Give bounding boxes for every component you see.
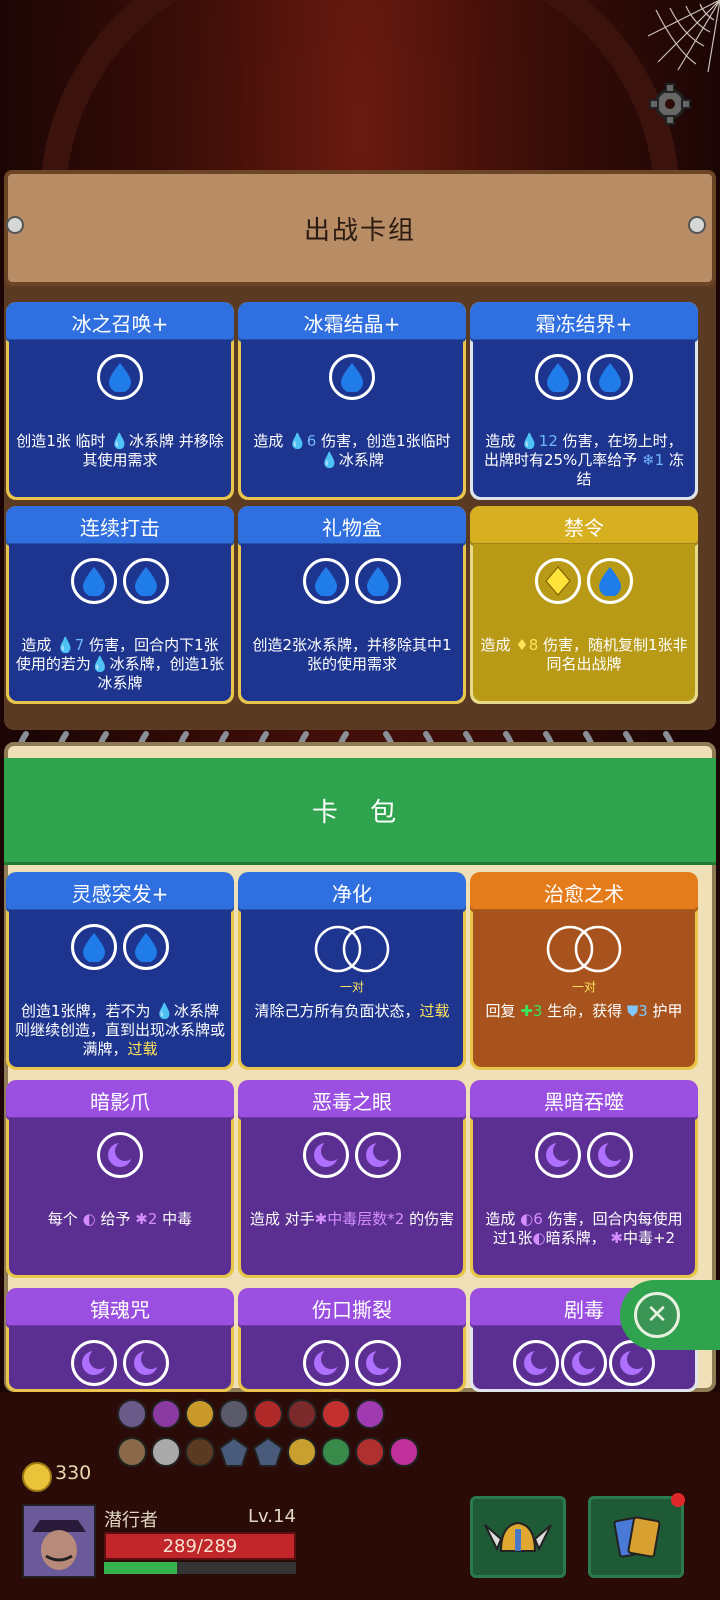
moon-icon xyxy=(355,1132,401,1178)
card-deck-button[interactable] xyxy=(588,1493,685,1578)
pair-label: 一对 xyxy=(571,980,596,994)
pair-slots-icon xyxy=(314,925,390,973)
pack-card-soul-curse[interactable]: 镇魂咒 xyxy=(6,1288,234,1392)
pack-header: 卡 包 xyxy=(4,758,716,865)
card-name: 净化 xyxy=(238,872,466,912)
water-drop-icon xyxy=(535,354,581,400)
deck-card-ice-summon[interactable]: 冰之召唤+ 创造1张 临时 💧冰系牌 并移除其使用需求 xyxy=(6,302,234,500)
deck-header: 出战卡组 xyxy=(4,170,716,286)
moon-icon xyxy=(123,1340,169,1386)
pack-title: 卡 包 xyxy=(311,797,409,828)
card-name: 冰之召唤+ xyxy=(6,302,234,342)
pair-label: 一对 xyxy=(339,980,364,994)
water-drop-icon xyxy=(123,558,169,604)
pack-card-dark-devour[interactable]: 黑暗吞噬 造成 ◐6 伤害，回合内每使用过1张◐暗系牌， ✱中毒+2 xyxy=(470,1080,698,1278)
card-name: 黑暗吞噬 xyxy=(470,1080,698,1120)
pack-card-wound-tear[interactable]: 伤口撕裂 xyxy=(238,1288,466,1392)
hp-bar: 289/289 xyxy=(104,1532,296,1560)
player-level: Lv.14 xyxy=(248,1506,296,1527)
card-name: 暗影爪 xyxy=(6,1080,234,1120)
close-icon[interactable]: ✕ xyxy=(634,1292,680,1338)
water-drop-icon xyxy=(355,558,401,604)
water-drop-icon xyxy=(71,924,117,970)
avatar[interactable] xyxy=(22,1504,96,1578)
nail xyxy=(688,216,706,234)
water-drop-icon xyxy=(97,354,143,400)
nail xyxy=(6,216,24,234)
xp-fill xyxy=(104,1562,177,1574)
moon-icon xyxy=(535,1132,581,1178)
relic-inventory[interactable] xyxy=(112,1396,456,1486)
deck-card-combo-strike[interactable]: 连续打击 造成 💧7 伤害，回合内下1张使用的若为💧冰系牌，创造1张冰系牌 xyxy=(6,506,234,704)
deck-card-prohibition[interactable]: 禁令 造成 ♦8 伤害，随机复制1张非同名出战牌 xyxy=(470,506,698,704)
moon-icon xyxy=(513,1340,559,1386)
equipment-button[interactable] xyxy=(470,1496,566,1578)
xp-bar xyxy=(104,1562,296,1574)
moon-icon xyxy=(561,1340,607,1386)
pack-card-healing[interactable]: 治愈之术 一对 回复 ✚3 生命，获得 ⛊3 护甲 xyxy=(470,872,698,1070)
water-drop-icon xyxy=(329,354,375,400)
moon-icon xyxy=(71,1340,117,1386)
diamond-icon xyxy=(535,558,581,604)
cards-icon xyxy=(613,1516,661,1558)
deck-title: 出战卡组 xyxy=(303,215,416,246)
moon-icon xyxy=(587,1132,633,1178)
pack-card-shadow-claw[interactable]: 暗影爪 每个 ◐ 给予 ✱2 中毒 xyxy=(6,1080,234,1278)
pack-card-evil-eye[interactable]: 恶毒之眼 造成 对手✱中毒层数*2 的伤害 xyxy=(238,1080,466,1278)
card-name: 礼物盒 xyxy=(238,506,466,546)
card-name: 恶毒之眼 xyxy=(238,1080,466,1120)
card-name: 治愈之术 xyxy=(470,872,698,912)
cobweb-icon xyxy=(648,0,720,72)
moon-icon xyxy=(303,1132,349,1178)
notification-badge xyxy=(671,1493,685,1507)
moon-icon xyxy=(303,1340,349,1386)
card-name: 连续打击 xyxy=(6,506,234,546)
gold-count: 330 xyxy=(55,1462,92,1484)
water-drop-icon xyxy=(303,558,349,604)
pair-slots-icon xyxy=(546,925,622,973)
deck-card-frost-crystal[interactable]: 冰霜结晶+ 造成 💧6 伤害，创造1张临时💧冰系牌 xyxy=(238,302,466,500)
deck-card-gift-box[interactable]: 礼物盒 创造2张冰系牌，并移除其中1张的使用需求 xyxy=(238,506,466,704)
card-name: 霜冻结界+ xyxy=(470,302,698,342)
player-portrait xyxy=(24,1506,94,1576)
card-name: 禁令 xyxy=(470,506,698,546)
water-drop-icon xyxy=(587,558,633,604)
pack-card-inspiration[interactable]: 灵感突发+ 创造1张牌，若不为 💧冰系牌则继续创造，直到出现冰系牌或满牌，过载 xyxy=(6,872,234,1070)
helmet-icon xyxy=(484,1521,552,1552)
water-drop-icon xyxy=(123,924,169,970)
player-name: 潜行者 xyxy=(104,1510,158,1531)
coin-icon xyxy=(22,1462,52,1492)
moon-icon xyxy=(97,1132,143,1178)
card-name: 镇魂咒 xyxy=(6,1288,234,1328)
hp-text: 289/289 xyxy=(162,1535,238,1557)
water-drop-icon xyxy=(587,354,633,400)
card-name: 伤口撕裂 xyxy=(238,1288,466,1328)
pack-card-purify[interactable]: 净化 一对 清除己方所有负面状态，过载 xyxy=(238,872,466,1070)
gear-icon[interactable] xyxy=(648,82,692,126)
water-drop-icon xyxy=(71,558,117,604)
moon-icon xyxy=(355,1340,401,1386)
card-name: 冰霜结晶+ xyxy=(238,302,466,342)
card-name: 灵感突发+ xyxy=(6,872,234,912)
deck-card-frost-barrier[interactable]: 霜冻结界+ 造成 💧12 伤害，在场上时，出牌时有25%几率给予 ❄1 冻结 xyxy=(470,302,698,500)
